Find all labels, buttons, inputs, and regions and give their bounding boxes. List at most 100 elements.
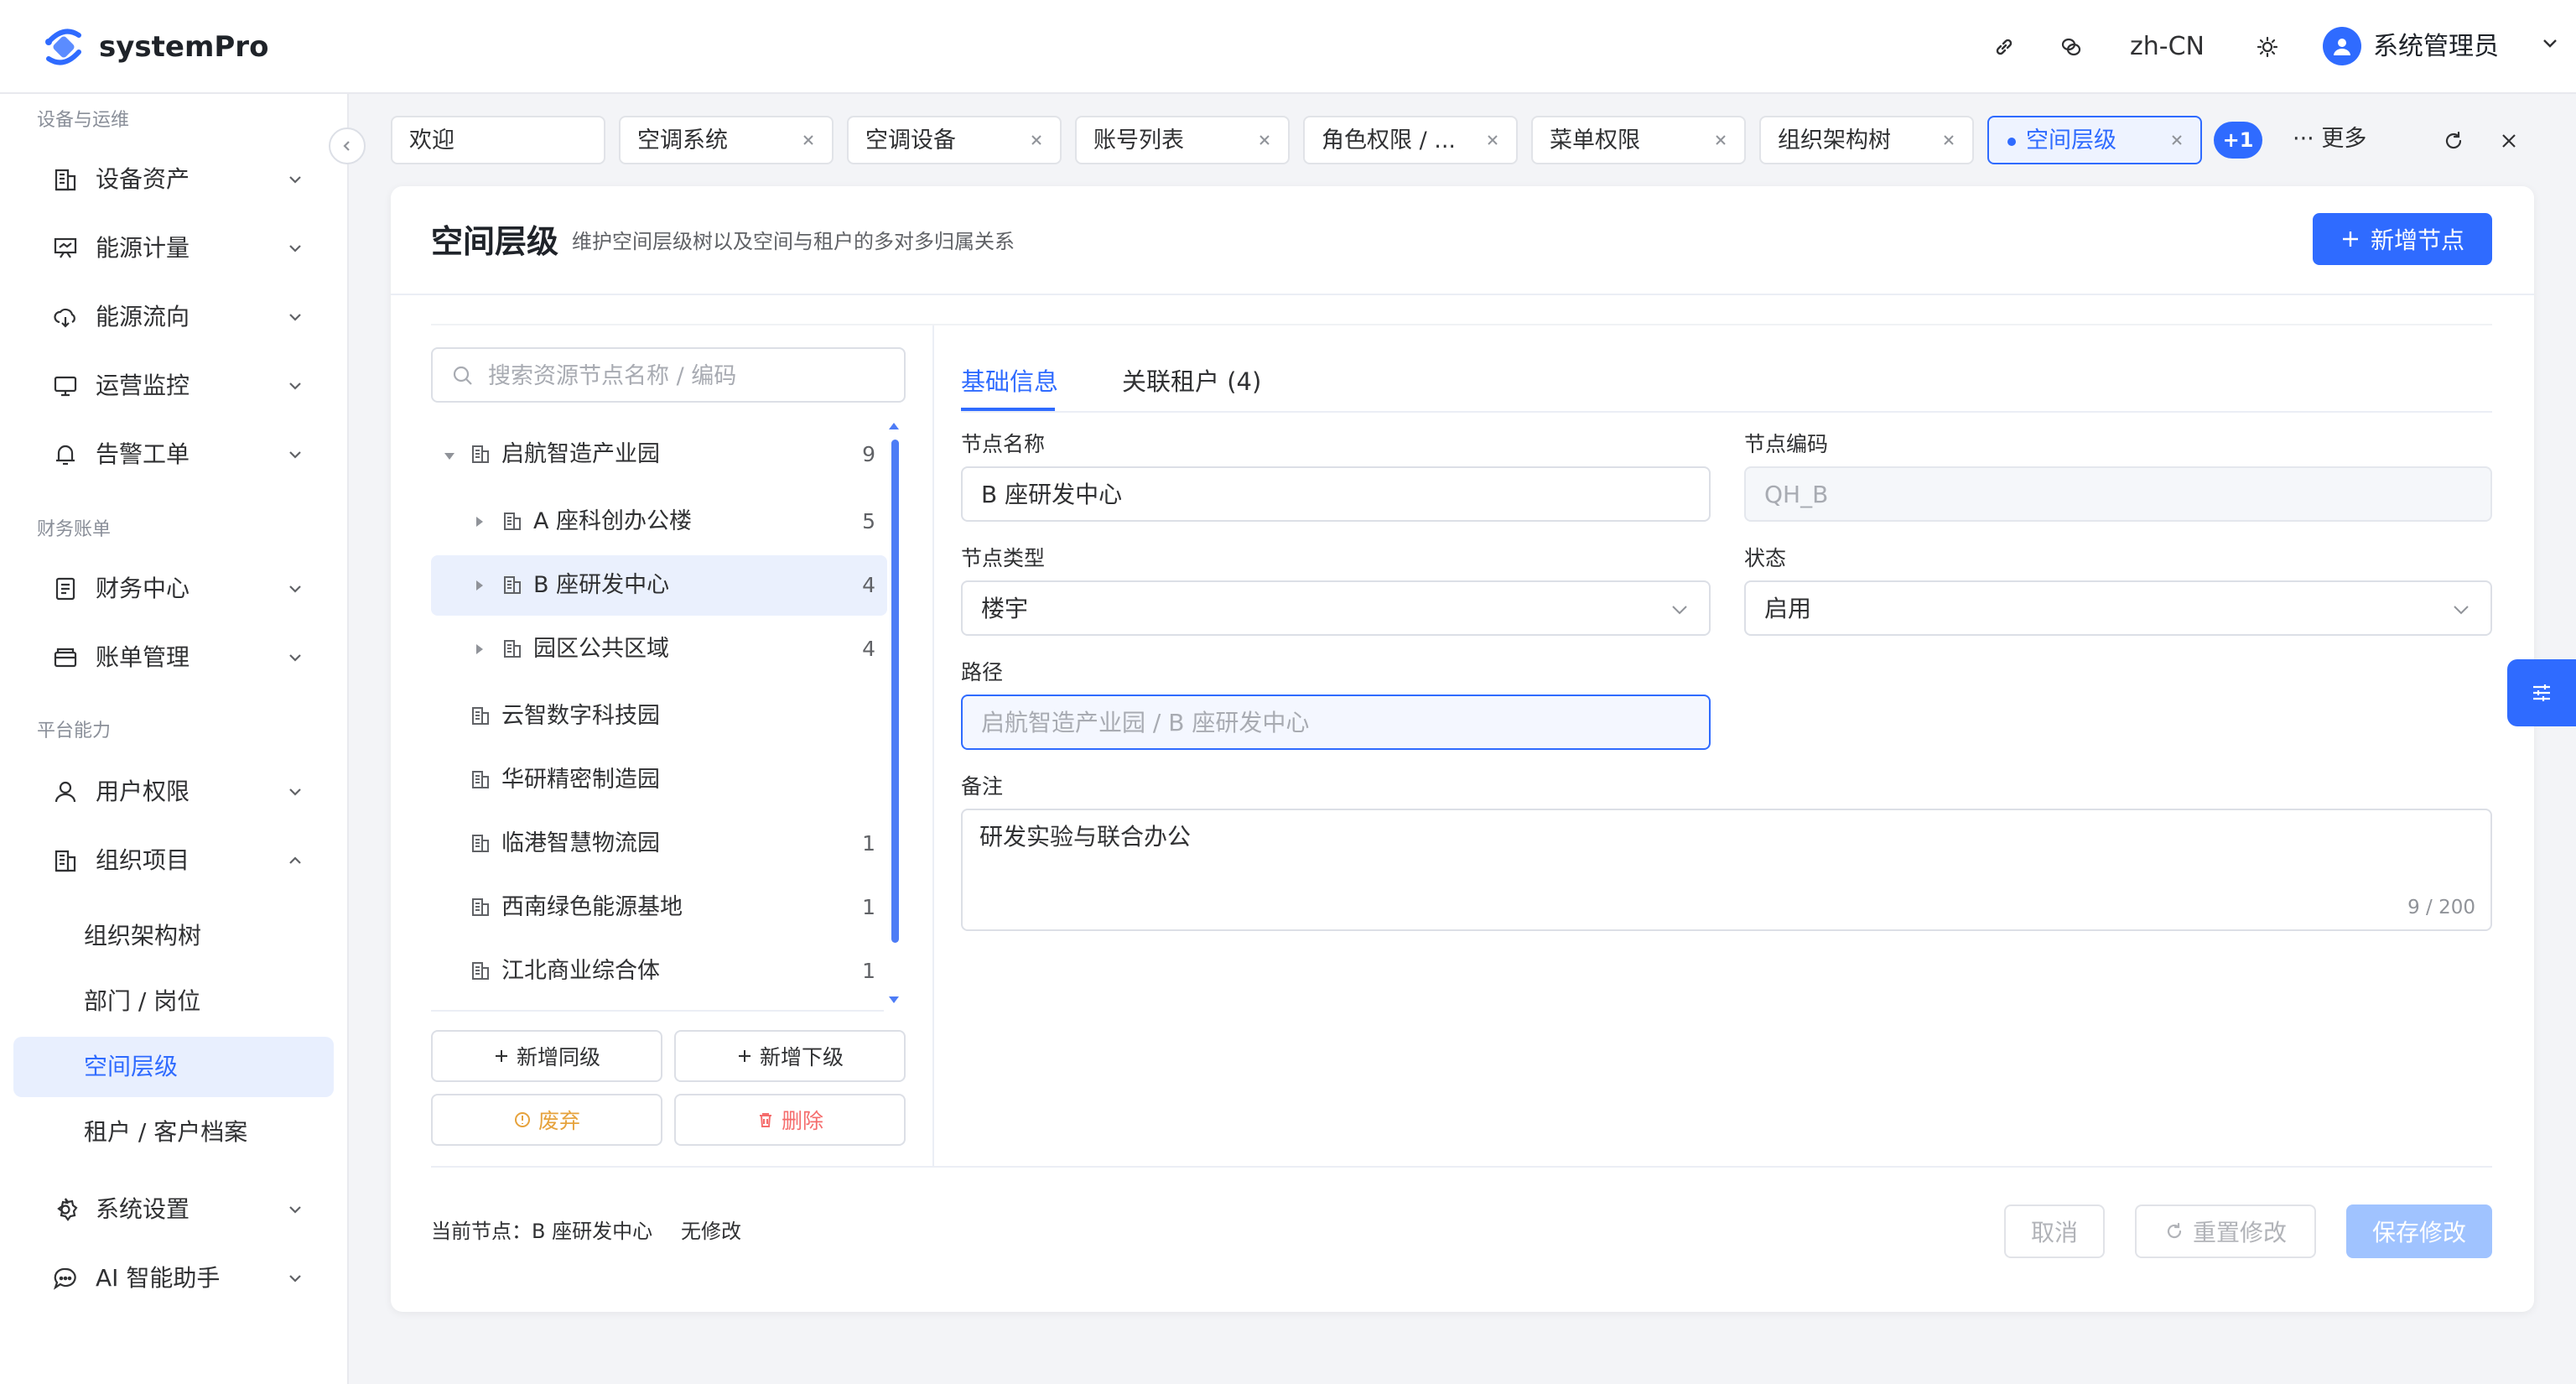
status-select[interactable]: 启用 (1744, 580, 2492, 636)
refresh-icon[interactable] (2437, 124, 2470, 158)
node-name-input[interactable]: B 座研发中心 (961, 466, 1711, 522)
link-icon[interactable] (1987, 30, 2021, 64)
tab-label: 空调系统 (637, 127, 728, 153)
sidebar-subitem-org-tree[interactable]: 组织架构树 (13, 906, 334, 966)
tree-node-count: 1 (862, 895, 875, 919)
sidebar-subitem-department-position[interactable]: 部门 / 岗位 (13, 971, 334, 1032)
chevron-down-icon (1670, 604, 1689, 616)
caret-right-icon[interactable] (475, 579, 485, 592)
caret-down-icon[interactable] (443, 451, 456, 461)
close-icon[interactable] (1028, 132, 1045, 148)
sidebar-item-bill-management[interactable]: 账单管理 (13, 627, 334, 688)
scroll-up-arrow[interactable] (889, 423, 899, 429)
add-sibling-button[interactable]: 新增同级 (431, 1030, 662, 1082)
tree-search[interactable] (431, 347, 906, 403)
status-value: 启用 (1764, 595, 1812, 622)
sidebar-item-user-permissions[interactable]: 用户权限 (13, 762, 334, 822)
close-icon[interactable] (1484, 132, 1501, 148)
tree-node[interactable]: 西南绿色能源基地 1 (431, 877, 887, 938)
sidebar-item-finance-center[interactable]: 财务中心 (13, 559, 334, 619)
caret-right-icon[interactable] (475, 515, 485, 528)
overflow-tabs-badge[interactable]: +1 (2214, 122, 2262, 159)
chevron-down-icon (287, 1201, 304, 1218)
close-icon[interactable] (1940, 132, 1957, 148)
tab-org-tree[interactable]: 组织架构树 (1759, 116, 1974, 164)
tree-node[interactable]: 云智数字科技园 (431, 686, 887, 747)
tree-node[interactable]: 江北商业综合体 1 (431, 941, 887, 1002)
tab-hvac-devices[interactable]: 空调设备 (847, 116, 1062, 164)
cancel-button[interactable]: 取消 (2004, 1204, 2105, 1258)
tree-node[interactable]: A 座科创办公楼 5 (431, 492, 887, 552)
caret-right-icon[interactable] (475, 643, 485, 656)
close-all-icon[interactable] (2492, 124, 2526, 158)
tree-node-label: 启航智造产业园 (501, 441, 660, 467)
tab-basic-info[interactable]: 基础信息 (961, 364, 1058, 399)
discard-label: 废弃 (538, 1109, 580, 1133)
tab-related-tenants[interactable]: 关联租户 (4) (1122, 364, 1261, 399)
close-icon[interactable] (1712, 132, 1729, 148)
chevron-down-icon (287, 171, 304, 188)
tab-label: 欢迎 (409, 127, 454, 153)
tab-space-hierarchy[interactable]: 空间层级 (1987, 116, 2202, 164)
app-title: systemPro (99, 30, 269, 64)
sidebar-item-label: 组织项目 (96, 846, 190, 874)
scroll-down-arrow[interactable] (889, 996, 899, 1003)
tree-node[interactable]: 临港智慧物流园 1 (431, 814, 887, 874)
tab-menu-permissions[interactable]: 菜单权限 (1531, 116, 1746, 164)
document-icon (50, 574, 80, 604)
user-name[interactable]: 系统管理员 (2373, 29, 2499, 65)
chat-icon[interactable] (2054, 30, 2088, 64)
reset-label: 重置修改 (2192, 1219, 2287, 1246)
sidebar-item-energy-metering[interactable]: 能源计量 (13, 218, 334, 278)
tab-welcome[interactable]: 欢迎 (391, 116, 605, 164)
discard-button[interactable]: 废弃 (431, 1094, 662, 1146)
tree-scrollbar[interactable] (891, 440, 899, 943)
building-icon (470, 768, 491, 790)
close-icon[interactable] (800, 132, 817, 148)
path-value: 启航智造产业园 / B 座研发中心 (981, 709, 1310, 736)
sidebar-item-device-assets[interactable]: 设备资产 (13, 149, 334, 210)
node-name-label: 节点名称 (961, 432, 1046, 456)
wallet-icon (50, 643, 80, 673)
tree-node-label: 西南绿色能源基地 (501, 894, 683, 920)
more-tabs-button[interactable]: ··· 更多 (2293, 122, 2366, 156)
remark-textarea[interactable]: 研发实验与联合办公 9 / 200 (961, 809, 2492, 931)
tree-node-selected[interactable]: B 座研发中心 4 (431, 555, 887, 616)
sidebar-subitem-space-hierarchy[interactable]: 空间层级 (13, 1037, 334, 1097)
tree-node-count: 4 (862, 637, 875, 661)
reset-changes-button[interactable]: 重置修改 (2135, 1204, 2316, 1258)
tab-hvac-system[interactable]: 空调系统 (619, 116, 834, 164)
building-icon (470, 705, 491, 726)
trash-icon (756, 1111, 775, 1129)
language-switch[interactable]: zh-CN (2130, 29, 2205, 65)
sun-icon[interactable] (2251, 30, 2284, 64)
sidebar-item-energy-flow[interactable]: 能源流向 (13, 287, 334, 347)
tree-node[interactable]: 园区公共区域 4 (431, 619, 887, 679)
tab-role-permissions[interactable]: 角色权限 / ... (1303, 116, 1518, 164)
node-type-select[interactable]: 楼宇 (961, 580, 1711, 636)
sidebar-item-ai-assistant[interactable]: AI 智能助手 (13, 1248, 334, 1309)
close-icon[interactable] (1256, 132, 1273, 148)
node-code-input: QH_B (1744, 466, 2492, 522)
tree-node[interactable]: 启航智造产业园 9 (431, 424, 887, 485)
tree-node[interactable]: 华研精密制造园 (431, 750, 887, 810)
sidebar-subitem-tenant-archive[interactable]: 租户 / 客户档案 (13, 1102, 334, 1163)
meter-icon (50, 233, 80, 263)
delete-button[interactable]: 删除 (674, 1094, 906, 1146)
tab-account-list[interactable]: 账号列表 (1075, 116, 1290, 164)
close-icon[interactable] (2168, 132, 2185, 148)
chevron-down-icon[interactable] (2541, 34, 2559, 52)
sidebar-item-alarm-tickets[interactable]: 告警工单 (13, 424, 334, 485)
search-input[interactable] (488, 357, 891, 394)
save-changes-button[interactable]: 保存修改 (2346, 1204, 2492, 1258)
sidebar-item-org-projects[interactable]: 组织项目 (13, 830, 334, 891)
sidebar-item-operations-monitor[interactable]: 运营监控 (13, 356, 334, 416)
path-input[interactable]: 启航智造产业园 / B 座研发中心 (961, 695, 1711, 750)
user-avatar-icon[interactable] (2323, 27, 2361, 65)
add-child-button[interactable]: 新增下级 (674, 1030, 906, 1082)
sidebar-subitem-label: 组织架构树 (84, 922, 202, 950)
sidebar-item-system-settings[interactable]: 系统设置 (13, 1179, 334, 1240)
sidebar-collapse-button[interactable] (329, 127, 366, 164)
settings-drawer-button[interactable] (2507, 659, 2576, 726)
add-node-button[interactable]: 新增节点 (2313, 213, 2492, 265)
